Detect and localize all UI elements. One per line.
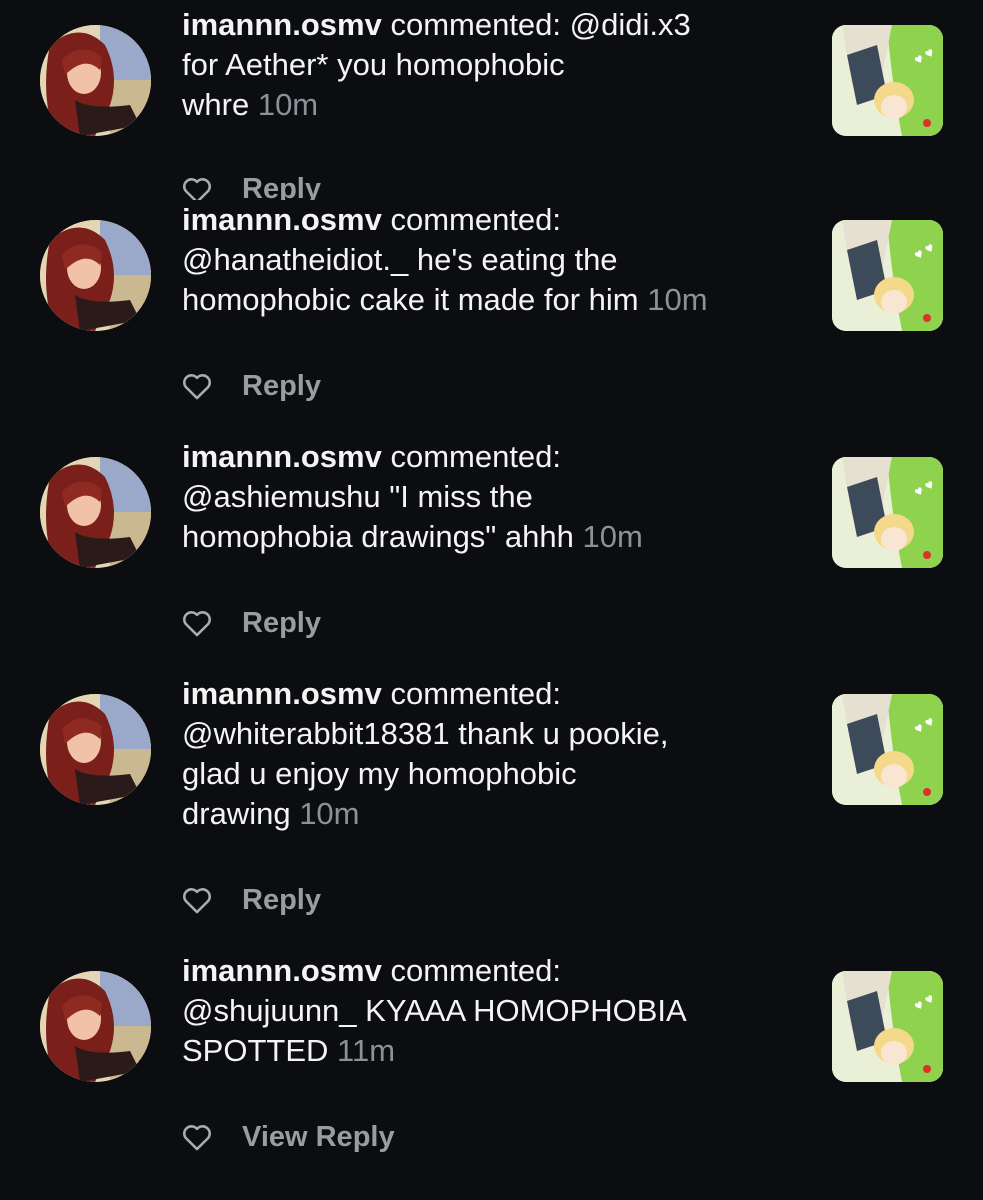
actions-row: Reply: [180, 366, 321, 406]
timestamp: 10m: [299, 796, 360, 831]
timestamp: 10m: [582, 519, 643, 554]
username[interactable]: imannn.osmv: [182, 439, 382, 474]
action-verb: commented:: [390, 439, 562, 474]
notification-text: imannn.osmv commented: @ashiemushu "I mi…: [182, 437, 802, 557]
heart-icon[interactable]: [180, 883, 214, 917]
heart-icon[interactable]: [180, 369, 214, 403]
notification-feed: imannn.osmv commented: @didi.x3 for Aeth…: [0, 0, 983, 1200]
comment-line: homophobic cake it made for him: [182, 282, 639, 317]
avatar-image: [40, 220, 151, 331]
comment-line: whre: [182, 87, 250, 122]
avatar[interactable]: [40, 971, 151, 1082]
post-thumbnail[interactable]: ♥ ♥: [832, 971, 943, 1082]
avatar-image: [40, 971, 151, 1082]
comment-line: @whiterabbit18381 thank u pookie,: [182, 716, 669, 751]
notification-text: imannn.osmv commented: @hanatheidiot._ h…: [182, 200, 802, 320]
avatar[interactable]: [40, 694, 151, 805]
username[interactable]: imannn.osmv: [182, 676, 382, 711]
reply-button[interactable]: Reply: [242, 607, 321, 640]
action-verb: commented:: [390, 676, 562, 711]
post-thumbnail[interactable]: ♥ ♥: [832, 220, 943, 331]
username[interactable]: imannn.osmv: [182, 953, 382, 988]
avatar-image: [40, 25, 151, 136]
notification-text: imannn.osmv commented: @whiterabbit18381…: [182, 674, 802, 834]
avatar[interactable]: [40, 220, 151, 331]
post-thumbnail-image: ♥ ♥: [832, 25, 943, 136]
action-verb: commented:: [390, 7, 562, 42]
heart-icon[interactable]: [180, 173, 214, 200]
post-thumbnail-image: ♥ ♥: [832, 694, 943, 805]
view-reply-button[interactable]: View Reply: [242, 1121, 395, 1154]
notification-text: imannn.osmv commented: @didi.x3 for Aeth…: [182, 5, 802, 125]
comment-line: glad u enjoy my homophobic: [182, 756, 577, 791]
comment-line: @didi.x3: [569, 7, 691, 42]
comment-line: @shujuunn_ KYAAA HOMOPHOBIA: [182, 993, 687, 1028]
post-thumbnail-image: ♥ ♥: [832, 457, 943, 568]
actions-row: Reply: [180, 603, 321, 643]
heart-icon[interactable]: [180, 1120, 214, 1154]
actions-row: Reply: [180, 173, 321, 200]
actions-row: Reply: [180, 880, 321, 920]
comment-line: @ashiemushu "I miss the: [182, 479, 533, 514]
action-verb: commented:: [390, 953, 562, 988]
avatar-image: [40, 457, 151, 568]
heart-icon[interactable]: [180, 606, 214, 640]
avatar[interactable]: [40, 25, 151, 136]
comment-line: @hanatheidiot._ he's eating the: [182, 242, 618, 277]
avatar[interactable]: [40, 457, 151, 568]
post-thumbnail-image: ♥ ♥: [832, 220, 943, 331]
timestamp: 10m: [647, 282, 708, 317]
post-thumbnail-image: ♥ ♥: [832, 971, 943, 1082]
avatar-image: [40, 694, 151, 805]
username[interactable]: imannn.osmv: [182, 7, 382, 42]
comment-line: drawing: [182, 796, 291, 831]
comment-line: for Aether* you homophobic: [182, 47, 565, 82]
timestamp: 10m: [257, 87, 319, 122]
action-verb: commented:: [390, 202, 562, 237]
reply-button[interactable]: Reply: [242, 884, 321, 917]
comment-line: homophobia drawings" ahhh: [182, 519, 574, 554]
post-thumbnail[interactable]: ♥ ♥: [832, 694, 943, 805]
actions-row: View Reply: [180, 1117, 395, 1157]
comment-line: SPOTTED: [182, 1033, 329, 1068]
reply-button[interactable]: Reply: [242, 370, 321, 403]
notification-text: imannn.osmv commented: @shujuunn_ KYAAA …: [182, 951, 802, 1071]
username[interactable]: imannn.osmv: [182, 202, 382, 237]
reply-button[interactable]: Reply: [242, 173, 321, 200]
post-thumbnail[interactable]: ♥ ♥: [832, 25, 943, 136]
timestamp: 11m: [337, 1033, 396, 1068]
post-thumbnail[interactable]: ♥ ♥: [832, 457, 943, 568]
